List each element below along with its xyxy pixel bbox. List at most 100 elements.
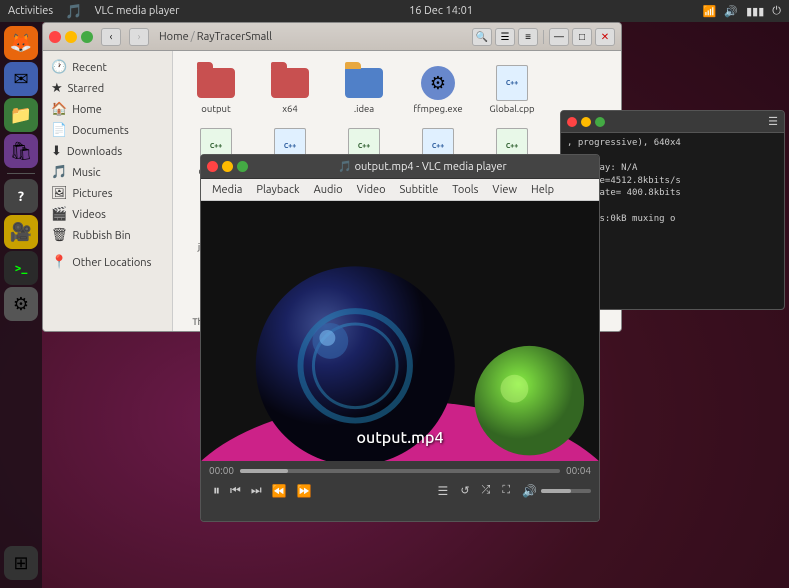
sidebar-item-recent[interactable]: 🕐 Recent bbox=[43, 57, 172, 78]
file-item-x64[interactable]: x64 bbox=[255, 59, 325, 118]
volume-icon: 🔊 bbox=[522, 484, 537, 498]
window-close[interactable]: ✕ bbox=[595, 28, 615, 46]
vlc-video-area[interactable]: output.mp4 bbox=[201, 201, 599, 461]
vlc-time-total: 00:04 bbox=[566, 465, 591, 476]
vlc-next-button[interactable]: ⏭ bbox=[247, 481, 266, 500]
sidebar-item-pictures[interactable]: 🖼 Pictures bbox=[43, 183, 172, 204]
vlc-menu-video[interactable]: Video bbox=[350, 182, 393, 198]
vlc-menu-media[interactable]: Media bbox=[205, 182, 249, 198]
vlc-fullscreen-button[interactable]: ⛶ bbox=[498, 482, 514, 499]
videos-icon: 🎬 bbox=[51, 207, 67, 222]
mail-dock-icon[interactable]: ✉ bbox=[4, 62, 38, 96]
breadcrumb-home[interactable]: Home bbox=[159, 31, 189, 43]
vlc-loop-button[interactable]: ↺ bbox=[456, 482, 473, 499]
view-options-button[interactable]: ☰ bbox=[495, 28, 515, 46]
sidebar-item-starred[interactable]: ★ Starred bbox=[43, 78, 172, 99]
network-status-icon[interactable]: 📶 bbox=[703, 5, 717, 18]
vlc-controls: 00:00 00:04 ⏸ ⏮ ⏭ ⏪ ⏩ ☰ ↺ ⤮ ⛶ 🔊 bbox=[201, 461, 599, 521]
vlc-fastforward-button[interactable]: ⏩ bbox=[293, 482, 316, 500]
settings-dock-icon[interactable]: ⚙ bbox=[4, 287, 38, 321]
file-item-idea[interactable]: .idea bbox=[329, 59, 399, 118]
toolbar-separator bbox=[543, 30, 544, 44]
vlc-filename-overlay: output.mp4 bbox=[357, 429, 444, 447]
sidebar-item-trash[interactable]: 🗑 Rubbish Bin bbox=[43, 225, 172, 246]
forward-button[interactable]: › bbox=[129, 28, 149, 46]
vlc-time-current: 00:00 bbox=[209, 465, 234, 476]
terminal-minimize-button[interactable] bbox=[581, 117, 591, 127]
terminal-titlebar: ☰ bbox=[561, 111, 784, 133]
vlc-title: 🎵 output.mp4 - VLC media player bbox=[252, 160, 593, 173]
search-button[interactable]: 🔍 bbox=[472, 28, 492, 46]
terminal-titlebar-right: ☰ bbox=[768, 115, 778, 128]
vlc-window: 🎵 output.mp4 - VLC media player Media Pl… bbox=[200, 154, 600, 522]
vlc-icon: 🎵 bbox=[65, 3, 82, 20]
vlc-titlebar: 🎵 output.mp4 - VLC media player bbox=[201, 155, 599, 179]
firefox-dock-icon[interactable]: 🦊 bbox=[4, 26, 38, 60]
vlc-menu-view[interactable]: View bbox=[485, 182, 524, 198]
file-item-global-cpp[interactable]: C++ Global.cpp bbox=[477, 59, 547, 118]
music-icon: 🎵 bbox=[51, 165, 67, 180]
dock: 🦊 ✉ 📁 🛍 ? 🎥 >_ ⚙ ⊞ bbox=[0, 22, 42, 588]
file-manager-maximize-button[interactable] bbox=[81, 31, 93, 43]
top-bar: Activities 🎵 VLC media player 16 Dec 14:… bbox=[0, 0, 789, 22]
starred-icon: ★ bbox=[51, 81, 63, 96]
downloads-icon: ⬇ bbox=[51, 144, 62, 159]
breadcrumb-current[interactable]: RayTracerSmall bbox=[197, 31, 272, 43]
vlc-volume-control: 🔊 bbox=[522, 484, 591, 498]
vlc-seekbar[interactable] bbox=[240, 469, 560, 473]
file-item-ffmpeg[interactable]: ⚙ ffmpeg.exe bbox=[403, 59, 473, 118]
terminal-close-button[interactable] bbox=[567, 117, 577, 127]
window-maximize[interactable]: □ bbox=[572, 28, 592, 46]
sidebar-item-home[interactable]: 🏠 Home bbox=[43, 99, 172, 120]
sidebar-item-videos[interactable]: 🎬 Videos bbox=[43, 204, 172, 225]
vlc-menu-help[interactable]: Help bbox=[524, 182, 561, 198]
vlc-minimize-button[interactable] bbox=[222, 161, 233, 172]
sidebar-item-documents[interactable]: 📄 Documents bbox=[43, 120, 172, 141]
terminal-maximize-button[interactable] bbox=[595, 117, 605, 127]
fm-toolbar-right: 🔍 ☰ ≡ — □ ✕ bbox=[472, 28, 615, 46]
datetime-label: 16 Dec 14:01 bbox=[409, 5, 473, 17]
vlc-rewind-button[interactable]: ⏪ bbox=[268, 482, 291, 500]
power-button[interactable]: ⏻ bbox=[772, 5, 781, 18]
vlc-dock-icon[interactable]: 🎥 bbox=[4, 215, 38, 249]
sidebar-item-music[interactable]: 🎵 Music bbox=[43, 162, 172, 183]
activities-button[interactable]: Activities bbox=[8, 5, 53, 17]
dock-divider-1 bbox=[7, 173, 35, 174]
terminal-dock-icon[interactable]: >_ bbox=[4, 251, 38, 285]
vlc-menu-subtitle[interactable]: Subtitle bbox=[393, 182, 446, 198]
vlc-close-button[interactable] bbox=[207, 161, 218, 172]
vlc-seekbar-fill bbox=[240, 469, 288, 473]
vlc-prev-button[interactable]: ⏮ bbox=[226, 481, 245, 500]
file-item-output[interactable]: output bbox=[181, 59, 251, 118]
vlc-extra-controls: ☰ ↺ ⤮ ⛶ bbox=[434, 482, 515, 500]
window-minimize[interactable]: — bbox=[549, 28, 569, 46]
file-manager-minimize-button[interactable] bbox=[65, 31, 77, 43]
files-dock-icon[interactable]: 📁 bbox=[4, 98, 38, 132]
software-dock-icon[interactable]: 🛍 bbox=[4, 134, 38, 168]
vlc-volume-bar[interactable] bbox=[541, 489, 591, 493]
folder-output-icon bbox=[196, 63, 236, 103]
vlc-video-canvas bbox=[201, 201, 599, 461]
folder-x64-icon bbox=[270, 63, 310, 103]
other-locations-icon: 📍 bbox=[51, 255, 67, 270]
vlc-menu-tools[interactable]: Tools bbox=[445, 182, 485, 198]
vlc-playlist-button[interactable]: ☰ bbox=[434, 482, 453, 500]
back-button[interactable]: ‹ bbox=[101, 28, 121, 46]
terminal-line-1: , progressive), 640x4 bbox=[567, 137, 778, 150]
sidebar-item-downloads[interactable]: ⬇ Downloads bbox=[43, 141, 172, 162]
sound-status-icon[interactable]: 🔊 bbox=[724, 5, 738, 18]
file-manager-sidebar: 🕐 Recent ★ Starred 🏠 Home 📄 Documents ⬇ … bbox=[43, 51, 173, 331]
apps-dock-icon[interactable]: ⊞ bbox=[4, 546, 38, 580]
terminal-menu-icon[interactable]: ☰ bbox=[768, 115, 778, 128]
vlc-playback-buttons: ⏸ ⏮ ⏭ ⏪ ⏩ bbox=[209, 480, 316, 501]
vlc-menu-audio[interactable]: Audio bbox=[307, 182, 350, 198]
vlc-play-pause-button[interactable]: ⏸ bbox=[209, 480, 224, 501]
sidebar-item-other-locations[interactable]: 📍 Other Locations bbox=[43, 252, 172, 273]
vlc-maximize-button[interactable] bbox=[237, 161, 248, 172]
help-dock-icon[interactable]: ? bbox=[4, 179, 38, 213]
file-manager-close-button[interactable] bbox=[49, 31, 61, 43]
vlc-menu-playback[interactable]: Playback bbox=[249, 182, 306, 198]
vlc-shuffle-button[interactable]: ⤮ bbox=[478, 482, 495, 499]
list-view-button[interactable]: ≡ bbox=[518, 28, 538, 46]
vlc-progress-bar-row: 00:00 00:04 bbox=[209, 465, 591, 476]
